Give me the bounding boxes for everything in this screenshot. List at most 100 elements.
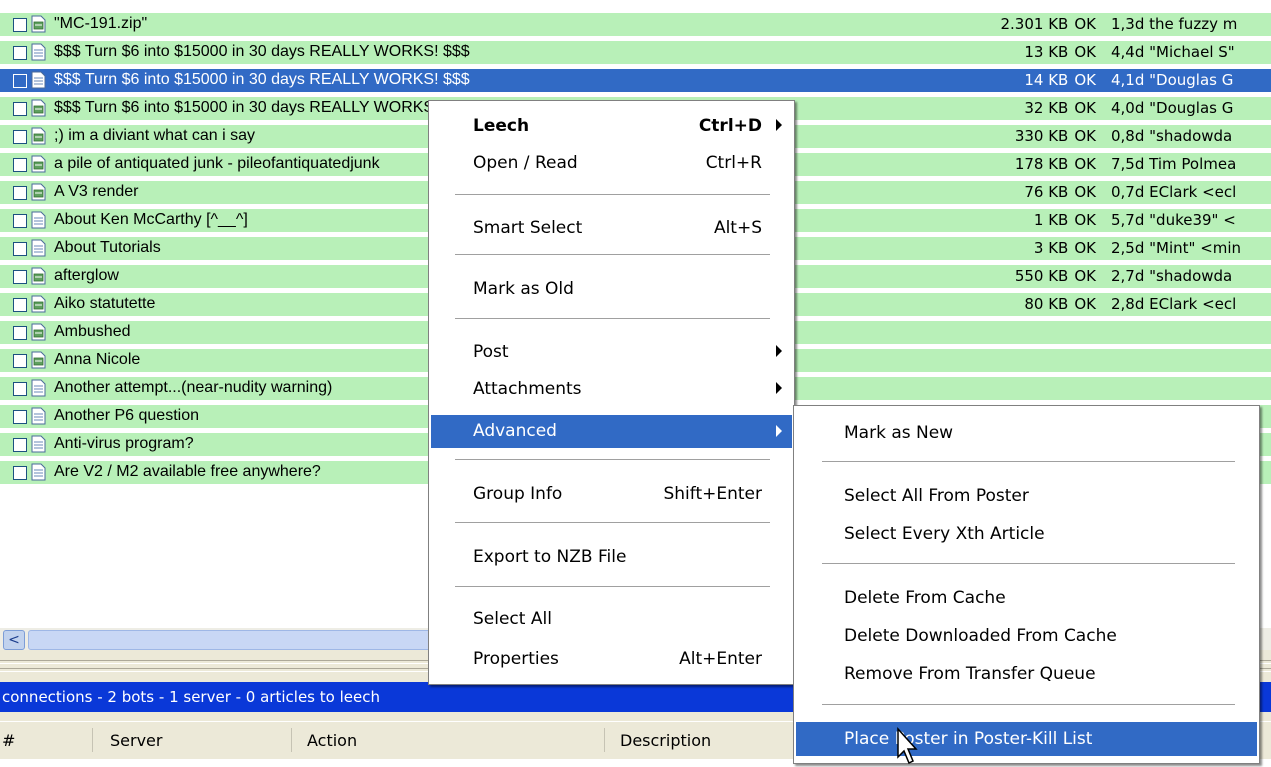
row-checkbox[interactable] — [13, 74, 27, 88]
article-subject: afterglow — [54, 267, 119, 284]
article-subject: Are V2 / M2 available free anywhere? — [54, 463, 321, 480]
article-age-author: 1,3d the fuzzy m — [1111, 15, 1238, 33]
menu-item-export-nzb[interactable]: Export to NZB File — [431, 542, 792, 572]
row-checkbox[interactable] — [13, 186, 27, 200]
row-checkbox[interactable] — [13, 130, 27, 144]
menu-item-post[interactable]: Post — [431, 337, 792, 367]
column-header-server[interactable]: Server — [110, 731, 162, 750]
article-size-status: 1 KB OK — [1033, 211, 1096, 229]
row-checkbox[interactable] — [13, 242, 27, 256]
menu-item-remove-from-transfer-queue[interactable]: Remove From Transfer Queue — [796, 659, 1257, 689]
menu-item-select-all-from-poster[interactable]: Select All From Poster — [796, 481, 1257, 511]
article-size-status: 32 KB OK — [1024, 99, 1096, 117]
submenu-arrow-icon — [776, 382, 782, 394]
article-subject: Ambushed — [54, 323, 131, 340]
multipart-icon — [31, 155, 46, 173]
multipart-icon — [31, 323, 46, 341]
article-subject: ;) im a diviant what can i say — [54, 127, 255, 144]
article-size-status: 330 KB OK — [1014, 127, 1096, 145]
column-header-action[interactable]: Action — [307, 731, 357, 750]
scrollbar-thumb[interactable] — [28, 630, 440, 650]
article-age-author: 4,0d "Douglas G — [1111, 99, 1234, 117]
article-age-author: 0,7d EClark <ecl — [1111, 183, 1237, 201]
article-size-status: 550 KB OK — [1014, 267, 1096, 285]
article-size-status: 178 KB OK — [1014, 155, 1096, 173]
row-checkbox[interactable] — [13, 438, 27, 452]
row-checkbox[interactable] — [13, 298, 27, 312]
menu-item-select-all[interactable]: Select All — [431, 604, 792, 634]
column-header-description[interactable]: Description — [620, 731, 711, 750]
article-row[interactable]: $$$ Turn $6 into $15000 in 30 days REALL… — [0, 69, 1271, 92]
row-checkbox[interactable] — [13, 466, 27, 480]
menu-item-properties[interactable]: Properties Alt+Enter — [431, 644, 792, 674]
column-header-number[interactable]: # — [2, 731, 15, 750]
menu-item-open-read[interactable]: Open / Read Ctrl+R — [431, 148, 792, 178]
text-icon — [31, 211, 46, 229]
article-size-status: 13 KB OK — [1024, 43, 1096, 61]
row-checkbox[interactable] — [13, 410, 27, 424]
article-subject: Another P6 question — [54, 407, 199, 424]
list-top-border — [0, 0, 1271, 10]
article-subject: Another attempt...(near-nudity warning) — [54, 379, 333, 396]
article-age-author: 4,1d "Douglas G — [1111, 71, 1234, 89]
row-checkbox[interactable] — [13, 326, 27, 340]
article-size-status — [1090, 379, 1096, 397]
menu-item-group-info[interactable]: Group Info Shift+Enter — [431, 479, 792, 509]
text-icon — [31, 43, 46, 61]
article-size-status — [1090, 351, 1096, 369]
multipart-icon — [31, 267, 46, 285]
article-subject: "MC-191.zip" — [54, 15, 148, 32]
submenu-arrow-icon — [776, 345, 782, 357]
article-row[interactable]: $$$ Turn $6 into $15000 in 30 days REALL… — [0, 41, 1271, 64]
article-age-author: 4,4d "Michael S" — [1111, 43, 1235, 61]
text-icon — [31, 379, 46, 397]
multipart-icon — [31, 15, 46, 33]
mouse-cursor-icon — [897, 727, 918, 765]
menu-item-place-poster-kill-list[interactable]: Place Poster in Poster-Kill List — [796, 722, 1257, 756]
article-age-author: 5,7d "duke39" < — [1111, 211, 1236, 229]
row-checkbox[interactable] — [13, 46, 27, 60]
menu-item-delete-from-cache[interactable]: Delete From Cache — [796, 583, 1257, 613]
row-checkbox[interactable] — [13, 382, 27, 396]
article-age-author: 2,5d "Mint" <min — [1111, 239, 1242, 257]
article-subject: Anna Nicole — [54, 351, 141, 368]
status-text: connections - 2 bots - 1 server - 0 arti… — [2, 688, 380, 706]
menu-item-select-every-xth[interactable]: Select Every Xth Article — [796, 519, 1257, 549]
text-icon — [31, 435, 46, 453]
row-checkbox[interactable] — [13, 354, 27, 368]
multipart-icon — [31, 295, 46, 313]
text-icon — [31, 463, 46, 481]
menu-item-smart-select[interactable]: Smart Select Alt+S — [431, 213, 792, 243]
text-icon — [31, 239, 46, 257]
advanced-submenu: Mark as New Select All From Poster Selec… — [793, 405, 1260, 764]
row-checkbox[interactable] — [13, 270, 27, 284]
row-checkbox[interactable] — [13, 18, 27, 32]
menu-item-attachments[interactable]: Attachments — [431, 374, 792, 404]
menu-item-mark-as-new[interactable]: Mark as New — [796, 418, 1257, 448]
article-subject: About Ken McCarthy [^__^] — [54, 211, 248, 228]
multipart-icon — [31, 99, 46, 117]
menu-item-advanced[interactable]: Advanced — [431, 415, 792, 448]
row-checkbox[interactable] — [13, 214, 27, 228]
row-checkbox[interactable] — [13, 158, 27, 172]
article-subject: a pile of antiquated junk - pileofantiqu… — [54, 155, 380, 172]
article-age-author: 0,8d "shadowda — [1111, 127, 1233, 145]
multipart-icon — [31, 127, 46, 145]
menu-item-leech[interactable]: Leech Ctrl+D — [431, 111, 792, 141]
article-row[interactable]: "MC-191.zip" 2.301 KB OK 1,3d the fuzzy m — [0, 13, 1271, 36]
article-subject: Anti-virus program? — [54, 435, 194, 452]
article-age-author: 2,7d "shadowda — [1111, 267, 1233, 285]
article-size-status: 80 KB OK — [1024, 295, 1096, 313]
article-age-author: 7,5d Tim Polmea — [1111, 155, 1237, 173]
row-checkbox[interactable] — [13, 102, 27, 116]
article-size-status: 3 KB OK — [1033, 239, 1096, 257]
scroll-left-button[interactable]: < — [3, 630, 25, 650]
article-size-status: 14 KB OK — [1024, 71, 1096, 89]
menu-item-mark-as-old[interactable]: Mark as Old — [431, 274, 792, 304]
menu-item-delete-downloaded-from-cache[interactable]: Delete Downloaded From Cache — [796, 621, 1257, 651]
article-size-status: 2.301 KB OK — [1000, 15, 1097, 33]
submenu-arrow-icon — [776, 425, 782, 437]
submenu-arrow-icon — [776, 119, 782, 131]
text-icon — [31, 407, 46, 425]
article-size-status: 76 KB OK — [1024, 183, 1096, 201]
